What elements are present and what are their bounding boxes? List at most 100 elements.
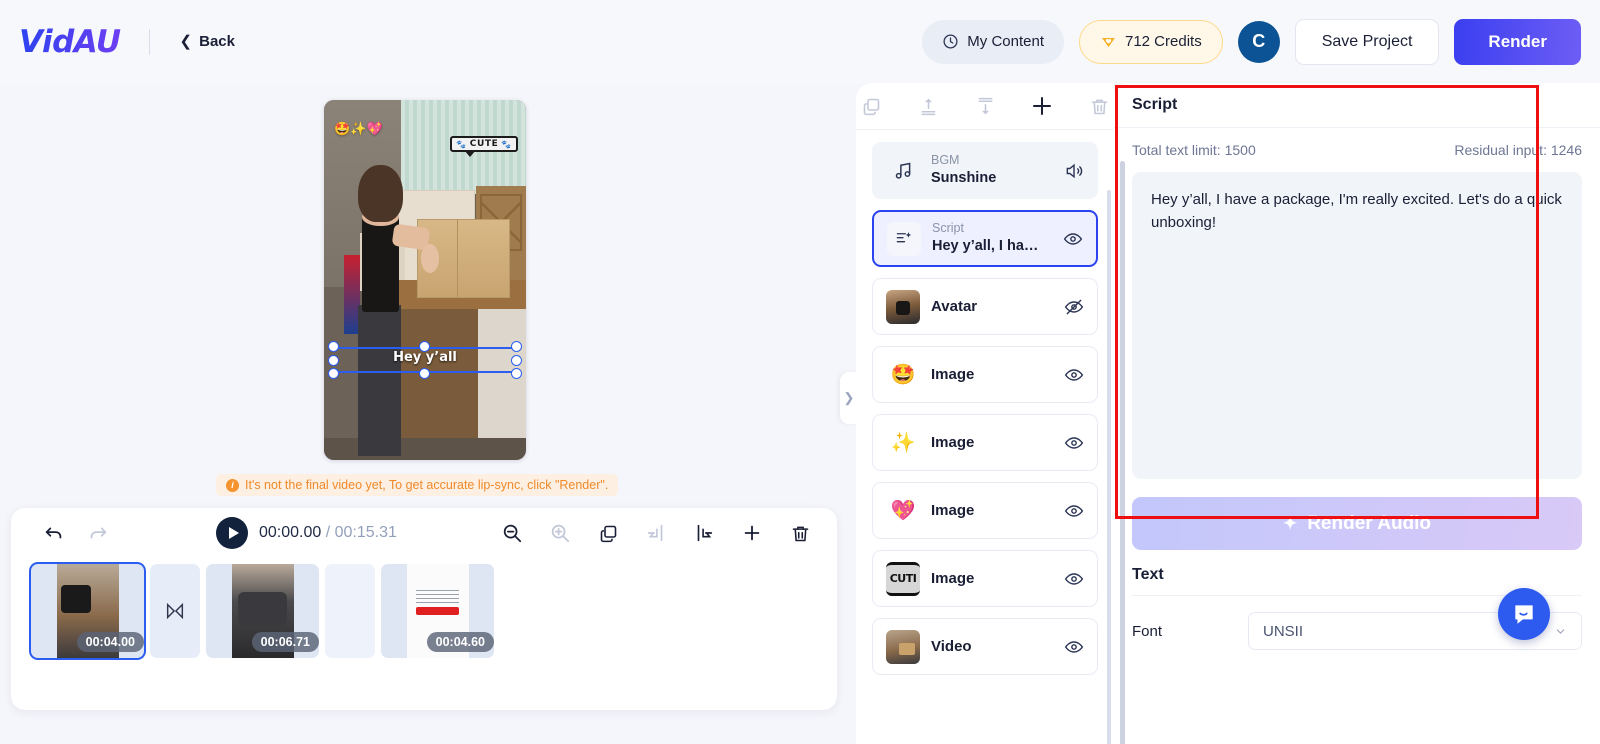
- zoom-in-icon[interactable]: [545, 518, 575, 548]
- bring-to-front-icon[interactable]: [913, 91, 943, 121]
- layer-text-avatar: Avatar: [931, 298, 1053, 315]
- layers-toolbar: [856, 83, 1114, 130]
- undo-icon[interactable]: [39, 518, 69, 548]
- layer-item-bgm[interactable]: BGM Sunshine: [872, 142, 1098, 199]
- split-left-icon[interactable]: [641, 518, 671, 548]
- layer-title: Video: [931, 638, 972, 655]
- paw-icon-left: 🐾: [456, 139, 467, 149]
- eye-icon[interactable]: [1064, 365, 1084, 385]
- layer-item-image-sparkle[interactable]: ✨ Image: [872, 414, 1098, 471]
- transition-button[interactable]: [150, 564, 200, 658]
- user-avatar[interactable]: C: [1237, 20, 1280, 63]
- script-icon: [887, 221, 921, 256]
- chevron-down-icon: [1556, 628, 1565, 634]
- layer-item-script[interactable]: Script Hey y’all, I ha…: [872, 210, 1098, 267]
- resize-handle-top-center[interactable]: [419, 341, 430, 352]
- cute-sticker-thumbnail: CUTI: [886, 561, 920, 596]
- render-button[interactable]: Render: [1454, 18, 1581, 65]
- timeline-clip[interactable]: 00:04.60: [381, 564, 494, 658]
- duplicate-layer-icon[interactable]: [856, 91, 886, 121]
- my-content-button[interactable]: My Content: [922, 19, 1064, 64]
- credits-button[interactable]: 712 Credits: [1078, 19, 1223, 64]
- resize-handle-top-right[interactable]: [511, 341, 522, 352]
- send-to-back-icon[interactable]: [970, 91, 1000, 121]
- render-notice-text: It's not the final video yet, To get acc…: [245, 478, 609, 492]
- eye-icon[interactable]: [1064, 569, 1084, 589]
- delete-clip-icon[interactable]: [785, 518, 815, 548]
- playback-controls: 00:00.00 / 00:15.31: [216, 517, 397, 549]
- cute-sticker[interactable]: 🐾 CUTE 🐾: [450, 136, 518, 157]
- layer-item-image-heart[interactable]: 💖 Image: [872, 482, 1098, 539]
- timeline-clip[interactable]: 00:04.00: [31, 564, 144, 658]
- chevron-left-icon: ❮: [179, 33, 193, 50]
- duplicate-icon[interactable]: [593, 518, 623, 548]
- layers-scrollbar[interactable]: [1107, 190, 1111, 744]
- resize-handle-bottom-left[interactable]: [328, 368, 339, 379]
- add-layer-icon[interactable]: [1027, 91, 1057, 121]
- back-button-label: Back: [199, 33, 235, 50]
- cute-sticker-label: CUTE: [469, 139, 499, 149]
- back-button[interactable]: ❮ Back: [180, 33, 235, 50]
- preview-area: 🤩✨💖 🐾 CUTE 🐾 Hey y’all i It's not the fi…: [0, 83, 850, 498]
- layer-subtitle: BGM: [931, 153, 960, 168]
- layer-title: Hey y’all, I ha…: [932, 237, 1039, 254]
- credits-label: 712 Credits: [1124, 33, 1202, 50]
- timeline-tools: [497, 518, 815, 548]
- resize-handle-mid-left[interactable]: [328, 355, 339, 366]
- chat-bubble-icon: [1515, 605, 1533, 624]
- audio-on-icon[interactable]: [1064, 161, 1084, 181]
- preview-person-hair: [358, 164, 403, 223]
- layer-item-image-cute[interactable]: CUTI Image: [872, 550, 1098, 607]
- layer-text-script: Script Hey y’all, I ha…: [932, 221, 1052, 255]
- redo-icon[interactable]: [83, 518, 113, 548]
- layer-title: Image: [931, 434, 975, 451]
- script-input[interactable]: [1132, 172, 1582, 479]
- resize-handle-mid-right[interactable]: [511, 355, 522, 366]
- eye-icon[interactable]: [1064, 501, 1084, 521]
- layer-item-video[interactable]: Video: [872, 618, 1098, 675]
- resize-handle-bottom-center[interactable]: [419, 368, 430, 379]
- layer-text-bgm: BGM Sunshine: [931, 153, 1053, 187]
- layer-item-image-star[interactable]: 🤩 Image: [872, 346, 1098, 403]
- eye-icon[interactable]: [1063, 229, 1083, 249]
- chat-support-button[interactable]: [1498, 588, 1550, 640]
- resize-handle-bottom-right[interactable]: [511, 368, 522, 379]
- top-header: VidAU ❮ Back My Content 712 Credits C Sa…: [0, 0, 1600, 83]
- save-project-button[interactable]: Save Project: [1294, 18, 1440, 65]
- layer-subtitle: Script: [932, 221, 964, 236]
- resize-handle-top-left[interactable]: [328, 341, 339, 352]
- layer-title: Sunshine: [931, 169, 997, 186]
- play-button[interactable]: [216, 517, 248, 549]
- video-thumbnail: [886, 629, 920, 664]
- layer-item-avatar[interactable]: Avatar: [872, 278, 1098, 335]
- timecode: 00:00.00 / 00:15.31: [259, 524, 397, 542]
- collapse-panel-handle[interactable]: ❯: [840, 372, 858, 424]
- eye-off-icon[interactable]: [1064, 297, 1084, 317]
- split-right-icon[interactable]: [689, 518, 719, 548]
- clip-duration: 00:04.60: [426, 632, 494, 652]
- layer-title: Image: [931, 366, 975, 383]
- eye-icon[interactable]: [1064, 637, 1084, 657]
- zoom-out-icon[interactable]: [497, 518, 527, 548]
- delete-layer-icon[interactable]: [1084, 91, 1114, 121]
- selected-text-element[interactable]: Hey y’all: [328, 341, 522, 379]
- video-preview[interactable]: 🤩✨💖 🐾 CUTE 🐾 Hey y’all: [324, 100, 526, 460]
- sparkle-icon: ✦: [1282, 513, 1298, 533]
- layers-panel: BGM Sunshine Script Hey y’all, I ha… Ava…: [856, 83, 1114, 744]
- emoji-overlay-sticker[interactable]: 🤩✨💖: [334, 122, 383, 135]
- script-panel-scrollbar[interactable]: [1120, 161, 1125, 744]
- render-audio-label: Render Audio: [1307, 512, 1432, 534]
- transition-button[interactable]: [325, 564, 375, 658]
- clip-duration: 00:04.00: [76, 632, 144, 652]
- render-audio-button[interactable]: ✦ Render Audio: [1132, 497, 1582, 550]
- timeline-clip[interactable]: 00:06.71: [206, 564, 319, 658]
- eye-icon[interactable]: [1064, 433, 1084, 453]
- layer-title: Image: [931, 502, 975, 519]
- timeline-toolbar: 00:00.00 / 00:15.31: [11, 508, 837, 558]
- script-limits-row: Total text limit: 1500 Residual input: 1…: [1132, 142, 1582, 158]
- script-properties-panel: Script Total text limit: 1500 Residual i…: [1114, 83, 1600, 744]
- layer-text-video: Video: [931, 638, 1053, 655]
- preview-right-wall: [477, 308, 526, 460]
- add-clip-icon[interactable]: [737, 518, 767, 548]
- app-root: VidAU ❮ Back My Content 712 Credits C Sa…: [0, 0, 1600, 744]
